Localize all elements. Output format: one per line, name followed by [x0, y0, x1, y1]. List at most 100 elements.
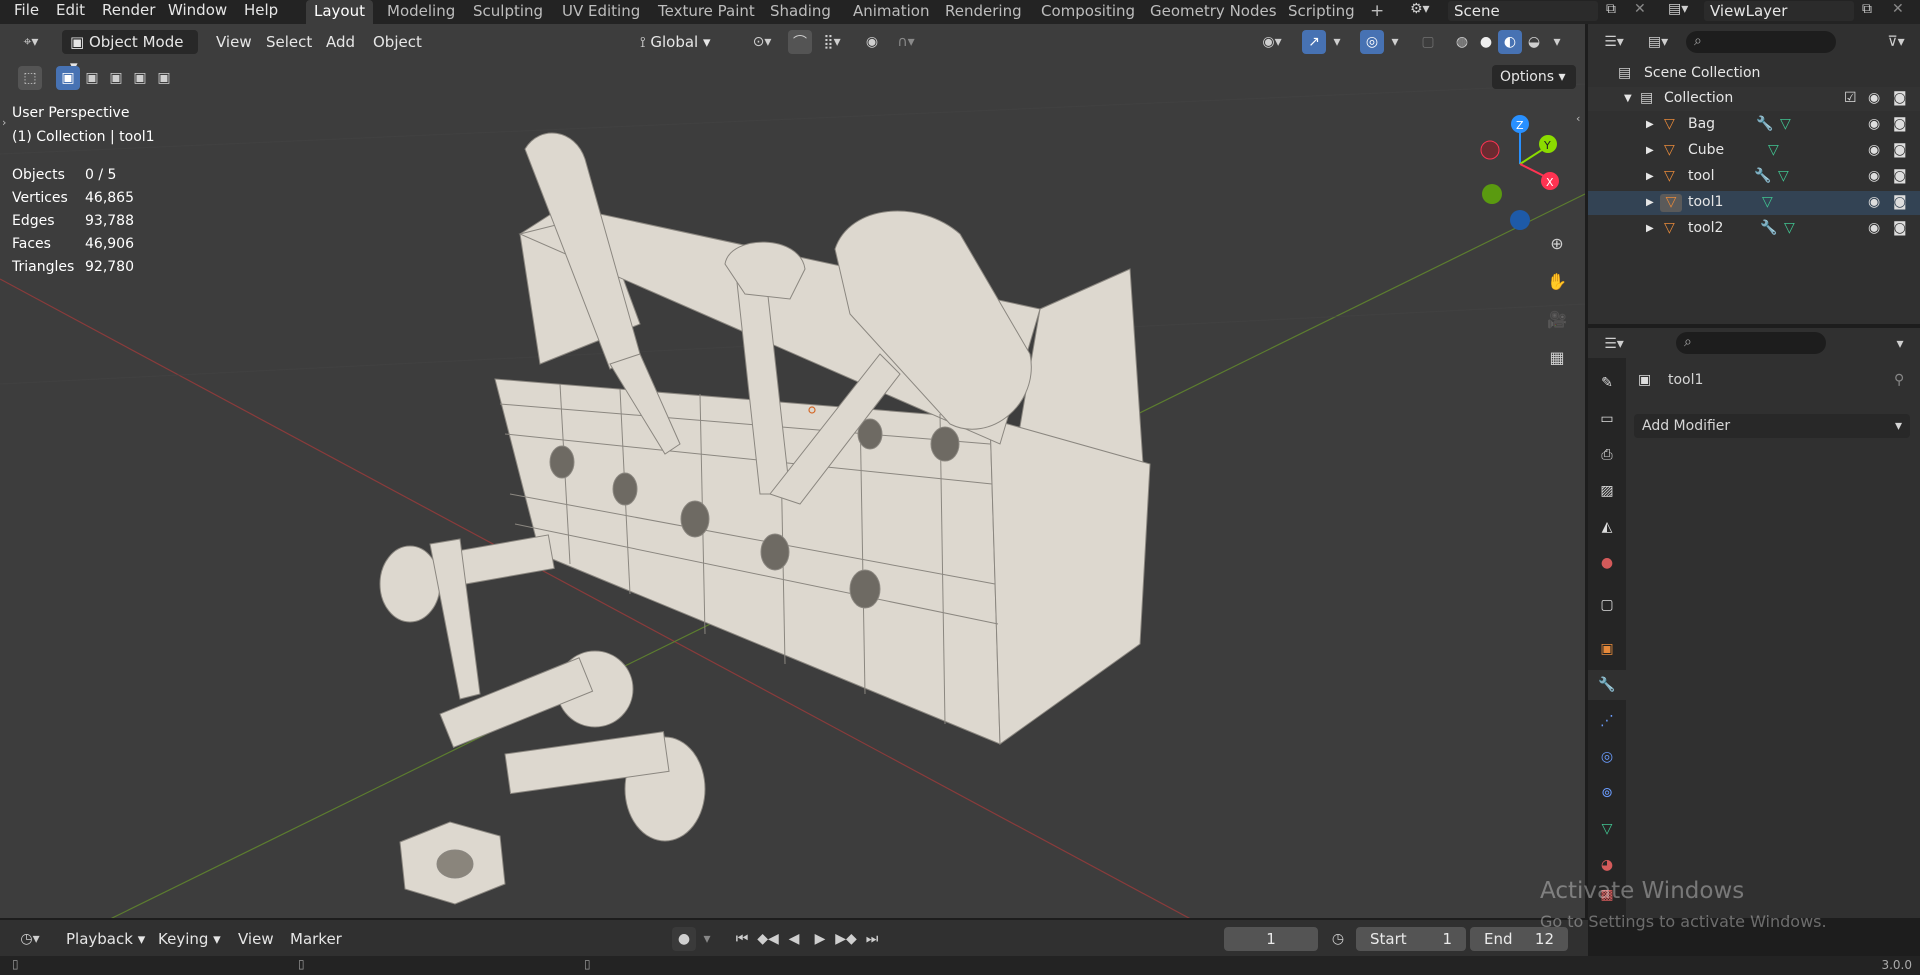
- view-layer-field[interactable]: ViewLayer: [1704, 1, 1854, 21]
- tree-row-object[interactable]: ▶ ▽ tool 🔧 ▽ ◉ ◙: [1588, 165, 1920, 189]
- camera-render-icon[interactable]: ◙: [1893, 194, 1907, 210]
- current-frame-field[interactable]: 1: [1224, 927, 1318, 951]
- display-mode-icon[interactable]: ▤▾: [1640, 30, 1676, 54]
- camera-render-icon[interactable]: ◙: [1893, 220, 1907, 236]
- sidebar-toggle-icon[interactable]: ‹: [1576, 112, 1580, 125]
- 3d-viewport[interactable]: ⌖▾ ▣ Object Mode ▾ View Select Add Objec…: [0, 24, 1585, 918]
- add-workspace-button[interactable]: +: [1362, 0, 1392, 24]
- playback-menu[interactable]: Playback ▾: [60, 927, 151, 951]
- view-layer-icon[interactable]: ▤▾: [1668, 1, 1688, 17]
- scene-selector-icon[interactable]: ⚙▾: [1410, 1, 1444, 21]
- camera-render-icon[interactable]: ◙: [1893, 90, 1907, 106]
- eye-icon[interactable]: ◉: [1868, 90, 1880, 106]
- mesh-data-icon[interactable]: ▽: [1784, 220, 1795, 236]
- camera-view-icon[interactable]: 🎥: [1542, 304, 1572, 334]
- delete-view-layer-icon[interactable]: ✕: [1892, 1, 1904, 17]
- constraints-tab-icon[interactable]: ⊚: [1588, 778, 1626, 808]
- material-tab-icon[interactable]: ◕: [1588, 850, 1626, 880]
- record-options-icon[interactable]: ▾: [698, 927, 716, 951]
- select-mode-subtract-icon[interactable]: ▣: [104, 66, 128, 90]
- view-layer-tab-icon[interactable]: ▨: [1588, 476, 1626, 506]
- jump-end-icon[interactable]: ⏭: [860, 927, 884, 951]
- tree-row-object[interactable]: ▶ ▽ Bag 🔧 ▽ ◉ ◙: [1588, 113, 1920, 137]
- expand-arrow-icon[interactable]: ▶: [1646, 171, 1654, 182]
- particles-tab-icon[interactable]: ⋰: [1588, 706, 1626, 736]
- transform-orientation-dropdown[interactable]: ⟟ Global ▾: [632, 30, 736, 54]
- tab-layout[interactable]: Layout: [306, 0, 373, 24]
- new-view-layer-icon[interactable]: ⧉: [1862, 1, 1872, 17]
- modifier-wrench-icon[interactable]: 🔧: [1754, 168, 1771, 184]
- tree-row-collection[interactable]: ▼ ▤ Collection ☑ ◉ ◙: [1588, 87, 1920, 111]
- modifier-tab-icon[interactable]: 🔧: [1588, 670, 1626, 700]
- expand-arrow-icon[interactable]: ▶: [1646, 197, 1654, 208]
- menu-object[interactable]: Object: [365, 30, 430, 54]
- modifier-wrench-icon[interactable]: 🔧: [1760, 220, 1777, 236]
- snap-target-icon[interactable]: ⣿▾: [814, 30, 850, 54]
- proportional-falloff-icon[interactable]: ∩▾: [888, 30, 924, 54]
- start-frame-field[interactable]: Start 1: [1356, 927, 1466, 951]
- output-tab-icon[interactable]: ⎙: [1588, 440, 1626, 470]
- properties-options-icon[interactable]: ▾: [1890, 332, 1910, 356]
- toolbar-toggle-icon[interactable]: ›: [2, 116, 6, 129]
- jump-keyframe-back-icon[interactable]: ◆◀: [756, 927, 780, 951]
- xray-toggle-icon[interactable]: ▢: [1416, 30, 1440, 54]
- proportional-edit-icon[interactable]: ◉: [860, 30, 884, 54]
- object-tab-icon[interactable]: ▣: [1588, 634, 1626, 664]
- material-preview-shading-icon[interactable]: ◐: [1498, 30, 1522, 54]
- new-scene-icon[interactable]: ⧉: [1606, 1, 1616, 17]
- eye-icon[interactable]: ◉: [1868, 168, 1880, 184]
- select-mode-difference-icon[interactable]: ▣: [128, 66, 152, 90]
- keying-menu[interactable]: Keying ▾: [152, 927, 227, 951]
- menu-help[interactable]: Help: [238, 0, 284, 22]
- scene-tab-icon[interactable]: ◭: [1588, 512, 1626, 542]
- pan-hand-icon[interactable]: ✋: [1542, 266, 1572, 296]
- timeline-editor-type-icon[interactable]: ◷▾: [12, 927, 48, 951]
- eye-icon[interactable]: ◉: [1868, 142, 1880, 158]
- record-icon[interactable]: ●: [672, 927, 696, 951]
- tab-modeling[interactable]: Modeling: [379, 0, 463, 24]
- modifier-wrench-icon[interactable]: 🔧: [1756, 116, 1773, 132]
- rendered-shading-icon[interactable]: ◒: [1522, 30, 1546, 54]
- overlays-toggle-icon[interactable]: ◎: [1360, 30, 1384, 54]
- render-tab-icon[interactable]: ▭: [1588, 404, 1626, 434]
- gizmo-dropdown-icon[interactable]: ▾: [1328, 30, 1346, 54]
- pivot-point-icon[interactable]: ⊙▾: [744, 30, 780, 54]
- tool-tab-icon[interactable]: ✎: [1588, 368, 1626, 398]
- preview-range-clock-icon[interactable]: ◷: [1326, 927, 1350, 951]
- filter-icon[interactable]: ⊽▾: [1878, 30, 1914, 54]
- menu-window[interactable]: Window: [162, 0, 233, 22]
- tab-shading[interactable]: Shading: [762, 0, 839, 24]
- tab-geometry-nodes[interactable]: Geometry Nodes: [1142, 0, 1285, 24]
- mesh-data-icon[interactable]: ▽: [1768, 142, 1779, 158]
- jump-keyframe-forward-icon[interactable]: ▶◆: [834, 927, 858, 951]
- camera-render-icon[interactable]: ◙: [1893, 142, 1907, 158]
- expand-arrow-icon[interactable]: ▶: [1646, 119, 1654, 130]
- mesh-data-icon[interactable]: ▽: [1780, 116, 1791, 132]
- exclude-checkbox[interactable]: ☑: [1844, 90, 1857, 106]
- marker-menu[interactable]: Marker: [284, 927, 348, 951]
- tab-compositing[interactable]: Compositing: [1033, 0, 1143, 24]
- data-tab-icon[interactable]: ▽: [1588, 814, 1626, 844]
- mesh-data-icon[interactable]: ▽: [1762, 194, 1773, 210]
- tab-scripting[interactable]: Scripting: [1280, 0, 1363, 24]
- play-reverse-icon[interactable]: ◀: [782, 927, 806, 951]
- navigation-gizmo[interactable]: Z Y X: [1470, 104, 1560, 234]
- zoom-icon[interactable]: ⊕: [1542, 228, 1572, 258]
- pin-icon[interactable]: ⚲: [1894, 372, 1904, 388]
- mesh-data-icon[interactable]: ▽: [1778, 168, 1789, 184]
- select-mode-intersect-icon[interactable]: ▣: [152, 66, 176, 90]
- outliner-editor-type-icon[interactable]: ☰▾: [1596, 30, 1632, 54]
- eye-icon[interactable]: ◉: [1868, 116, 1880, 132]
- expand-arrow-icon[interactable]: ▶: [1646, 223, 1654, 234]
- properties-search-input[interactable]: ⌕: [1676, 332, 1826, 354]
- scene-field[interactable]: Scene: [1448, 1, 1598, 21]
- menu-edit[interactable]: Edit: [50, 0, 91, 22]
- select-mode-new-icon[interactable]: ▣: [56, 66, 80, 90]
- menu-file[interactable]: File: [8, 0, 45, 22]
- overlays-dropdown-icon[interactable]: ▾: [1386, 30, 1404, 54]
- eye-icon[interactable]: ◉: [1868, 220, 1880, 236]
- eye-icon[interactable]: ◉: [1868, 194, 1880, 210]
- timeline-view-menu[interactable]: View: [232, 927, 280, 951]
- select-tool-icon[interactable]: ⬚: [18, 66, 42, 90]
- delete-scene-icon[interactable]: ✕: [1634, 1, 1646, 17]
